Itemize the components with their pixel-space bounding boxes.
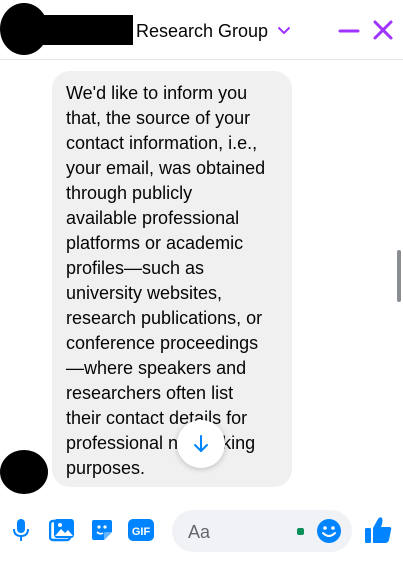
sender-avatar[interactable] <box>0 450 48 494</box>
microphone-button[interactable] <box>8 517 34 543</box>
like-icon[interactable] <box>363 515 393 545</box>
sticker-icon <box>92 520 112 540</box>
minimize-icon[interactable] <box>338 20 360 42</box>
microphone-icon <box>13 519 29 541</box>
arrow-down-icon <box>194 435 208 452</box>
redacted-name <box>30 15 133 45</box>
scrollbar-thumb[interactable] <box>397 250 401 302</box>
sticker-button[interactable] <box>89 517 115 543</box>
chat-title[interactable]: Research Group <box>136 20 268 42</box>
status-indicator-icon <box>297 528 304 535</box>
gif-button[interactable]: GIF <box>128 517 154 543</box>
gif-icon: GIF <box>128 519 154 541</box>
emoji-icon[interactable] <box>316 518 342 544</box>
message-input[interactable] <box>186 510 300 554</box>
chat-header: Research Group <box>0 0 403 60</box>
scroll-to-bottom-button[interactable] <box>177 420 225 468</box>
message-input-box[interactable] <box>172 510 352 554</box>
photo-icon <box>49 519 74 542</box>
message-bubble: We'd like to inform you that, the source… <box>52 71 292 487</box>
photo-button[interactable] <box>49 517 75 543</box>
svg-text:GIF: GIF <box>132 526 151 538</box>
close-icon[interactable] <box>372 19 394 41</box>
chevron-down-icon[interactable] <box>276 22 292 38</box>
message-text: We'd like to inform you that, the source… <box>66 83 266 478</box>
